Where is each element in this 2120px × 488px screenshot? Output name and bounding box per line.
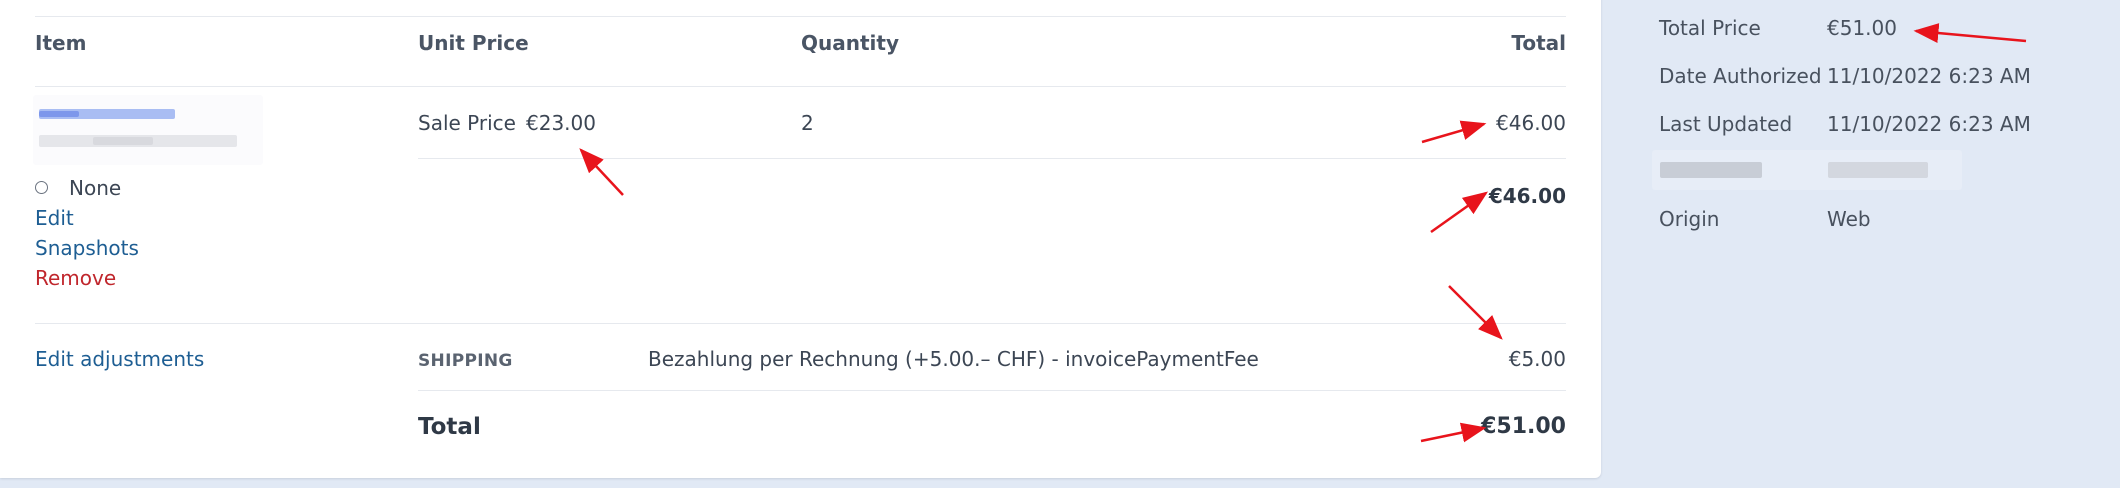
snapshots-link[interactable]: Snapshots — [35, 236, 139, 260]
subtotal-value: €46.00 — [1488, 184, 1566, 208]
adjustment-divider — [418, 390, 1566, 391]
price-type-label: Sale Price — [418, 111, 516, 135]
column-header-item: Item — [35, 31, 87, 55]
summary-value-origin: Web — [1827, 207, 1871, 231]
redacted-summary-value — [1828, 162, 1928, 178]
product-thumbnail-redacted — [33, 95, 263, 165]
edit-adjustments-link[interactable]: Edit adjustments — [35, 347, 204, 371]
summary-value-last-updated: 11/10/2022 6:23 AM — [1827, 112, 2031, 136]
summary-value-total-price: €51.00 — [1827, 16, 1897, 40]
edit-item-link[interactable]: Edit — [35, 206, 74, 230]
order-items-panel: Item Unit Price Quantity Total None Edit… — [0, 0, 1601, 478]
summary-label-origin: Origin — [1659, 207, 1720, 231]
redacted-summary-label — [1660, 162, 1762, 178]
column-header-quantity: Quantity — [801, 31, 899, 55]
unit-price-value: €23.00 — [526, 111, 596, 135]
redacted-product-name-highlight — [39, 111, 79, 117]
option-radio[interactable] — [35, 181, 48, 194]
subtotal-divider — [35, 323, 1566, 324]
grand-total-label: Total — [418, 414, 481, 440]
adjustment-amount: €5.00 — [1508, 347, 1566, 371]
option-label: None — [69, 176, 122, 200]
adjustment-description: Bezahlung per Rechnung (+5.00.– CHF) - i… — [648, 347, 1259, 371]
remove-item-link[interactable]: Remove — [35, 266, 116, 290]
quantity-value: 2 — [801, 111, 814, 135]
top-divider — [35, 16, 1566, 17]
redacted-product-sku-shade — [93, 137, 153, 145]
header-divider — [35, 86, 1566, 87]
column-header-unit-price: Unit Price — [418, 31, 529, 55]
annotation-arrow-total-price — [1913, 23, 2027, 43]
summary-label-last-updated: Last Updated — [1659, 112, 1793, 136]
summary-label-date-authorized: Date Authorized — [1659, 64, 1822, 88]
line-total-value: €46.00 — [1496, 111, 1566, 135]
summary-label-total-price: Total Price — [1659, 16, 1761, 40]
adjustment-type: SHIPPING — [418, 351, 513, 371]
summary-row-redacted — [1652, 150, 1962, 190]
grand-total-value: €51.00 — [1481, 414, 1566, 439]
summary-value-date-authorized: 11/10/2022 6:23 AM — [1827, 64, 2031, 88]
line-item-divider — [418, 158, 1566, 159]
column-header-total: Total — [1511, 31, 1566, 55]
